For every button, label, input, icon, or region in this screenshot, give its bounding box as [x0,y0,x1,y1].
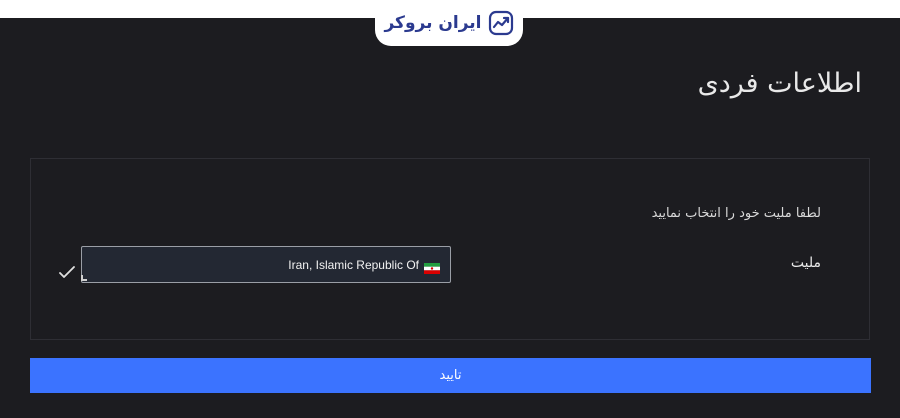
checkmark-icon [59,264,75,278]
iran-flag-icon [424,259,440,274]
nationality-select[interactable]: Iran, Islamic Republic Of [81,246,451,283]
nationality-selected-value: Iran, Islamic Republic Of [288,257,419,272]
page-title: اطلاعات فردی [697,68,862,99]
nationality-form-card: لطفا ملیت خود را انتخاب نمایید ملیت Iran… [30,158,870,340]
chart-trend-icon [488,10,514,36]
select-corner-mark [81,275,87,281]
confirm-button[interactable]: تایید [30,358,871,393]
instruction-text: لطفا ملیت خود را انتخاب نمایید [651,206,821,221]
brand-name: ایران بروکر [384,13,482,33]
nationality-label: ملیت [790,255,821,271]
brand-logo[interactable]: ایران بروکر [375,0,523,46]
